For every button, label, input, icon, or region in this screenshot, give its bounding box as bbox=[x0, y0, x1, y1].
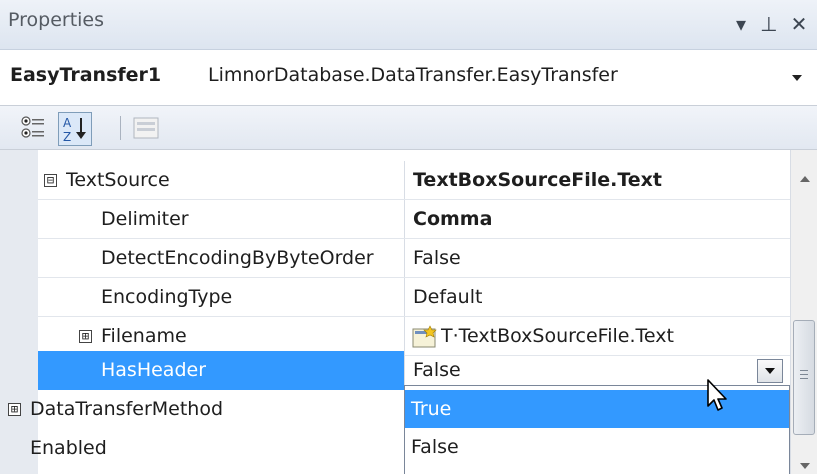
expand-icon[interactable]: ⊞ bbox=[79, 330, 92, 343]
column-divider bbox=[404, 239, 405, 278]
mouse-pointer-icon bbox=[707, 379, 727, 411]
close-icon[interactable]: ✕ bbox=[786, 10, 812, 38]
object-name: EasyTransfer1 bbox=[10, 64, 162, 86]
property-row-detectencodingbybyteorder[interactable]: DetectEncodingByByteOrder False bbox=[0, 239, 790, 278]
properties-titlebar: Properties ▾ ⊥ ✕ bbox=[0, 0, 817, 50]
property-label: Enabled bbox=[30, 437, 107, 459]
object-selector[interactable]: EasyTransfer1 LimnorDatabase.DataTransfe… bbox=[0, 50, 817, 106]
property-row-textsource[interactable]: ⊟ TextSource TextBoxSourceFile.Text bbox=[0, 161, 790, 200]
pin-icon[interactable]: ⊥ bbox=[756, 10, 782, 38]
collapse-icon[interactable]: ⊟ bbox=[44, 174, 57, 187]
property-value[interactable]: Comma bbox=[412, 200, 791, 239]
property-label: DetectEncodingByByteOrder bbox=[101, 247, 374, 269]
object-type: LimnorDatabase.DataTransfer.EasyTransfer bbox=[208, 64, 618, 86]
column-divider bbox=[404, 278, 405, 317]
property-label: TextSource bbox=[66, 169, 170, 191]
property-row-delimiter[interactable]: Delimiter Comma bbox=[0, 200, 790, 239]
grip-icon bbox=[800, 370, 808, 382]
property-label: HasHeader bbox=[101, 359, 207, 381]
window-title: Properties bbox=[8, 9, 105, 31]
toolbar-separator bbox=[120, 116, 121, 140]
property-value[interactable]: TextBoxSourceFile.Text bbox=[412, 161, 791, 200]
selection-highlight bbox=[38, 351, 404, 390]
alphabetical-icon[interactable]: A Z bbox=[58, 112, 92, 146]
chevron-down-icon[interactable] bbox=[792, 75, 802, 81]
properties-toolbar: A Z bbox=[0, 106, 817, 150]
property-row-encodingtype[interactable]: EncodingType Default bbox=[0, 278, 790, 317]
categorized-icon[interactable] bbox=[20, 114, 48, 142]
value-dropdown-button[interactable] bbox=[757, 359, 783, 383]
expand-icon[interactable]: ⊞ bbox=[8, 403, 21, 416]
dropdown-menu-icon[interactable]: ▾ bbox=[728, 10, 754, 38]
property-pages-icon[interactable] bbox=[132, 114, 160, 142]
textbox-icon bbox=[412, 325, 437, 348]
property-label: DataTransferMethod bbox=[30, 398, 224, 420]
property-label: Delimiter bbox=[101, 208, 189, 230]
column-divider bbox=[404, 161, 405, 200]
chevron-down-icon bbox=[765, 368, 775, 374]
svg-text:A: A bbox=[63, 116, 72, 130]
property-value[interactable]: False bbox=[412, 239, 791, 278]
property-value[interactable]: Default bbox=[412, 278, 791, 317]
svg-text:Z: Z bbox=[63, 130, 71, 144]
column-divider bbox=[404, 200, 405, 239]
scroll-up-icon[interactable] bbox=[800, 176, 810, 182]
dropdown-option-false[interactable]: False bbox=[405, 428, 789, 466]
property-label: EncodingType bbox=[101, 286, 233, 308]
scroll-down-icon[interactable] bbox=[800, 463, 810, 469]
